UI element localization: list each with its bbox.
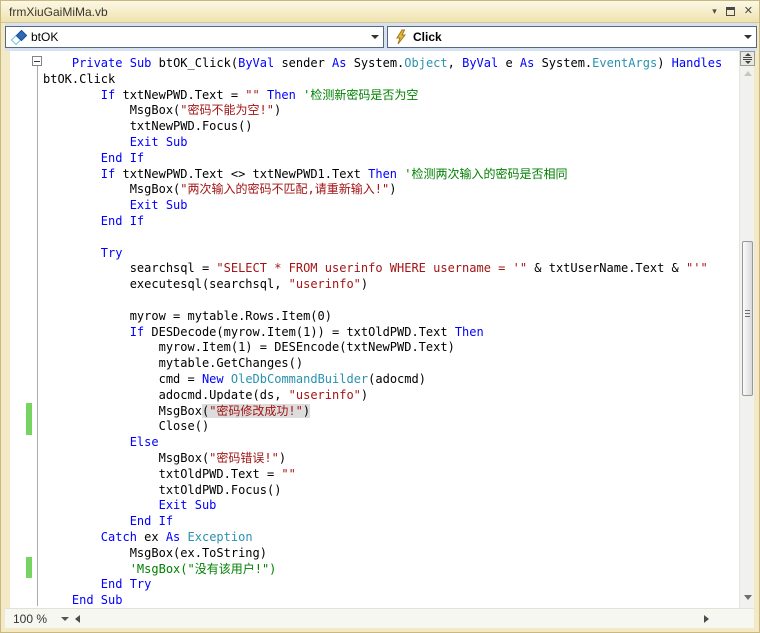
code-line: End If xyxy=(100,213,145,228)
code-line: myrow.Item(1) = DESEncode(txtNewPWD.Text… xyxy=(43,340,455,355)
outline-collapse-button[interactable] xyxy=(32,56,42,66)
code-line: txtNewPWD.Focus() xyxy=(43,119,253,134)
code-line: End Sub xyxy=(71,593,123,608)
vertical-scrollbar[interactable] xyxy=(739,51,755,608)
zoom-level-value: 100 % xyxy=(13,612,48,626)
split-down-icon xyxy=(744,61,751,64)
navigation-bar: btOK Click xyxy=(5,23,757,51)
change-tracking-bar xyxy=(26,403,32,435)
code-line: MsgBox("密码错误!") xyxy=(43,450,287,465)
code-line: myrow = mytable.Rows.Item(0) xyxy=(43,308,332,323)
split-up-icon xyxy=(744,53,751,56)
editor-bottom-bar: 100 % xyxy=(5,608,754,628)
code-line: Private Sub btOK_Click(ByVal sender As S… xyxy=(71,56,723,70)
code-line: MsgBox(ex.ToString) xyxy=(43,545,267,560)
code-line: If DESDecode(myrow.Item(1)) = txtOldPWD.… xyxy=(129,324,484,339)
window-position-menu-icon[interactable]: ▾ xyxy=(712,7,717,16)
code-line: If txtNewPWD.Text <> txtNewPWD1.Text The… xyxy=(100,166,568,181)
title-bar: frmXiuGaiMiMa.vb ▾ ✕ xyxy=(1,1,759,23)
event-dropdown[interactable]: Click xyxy=(387,26,757,48)
triangle-down-icon xyxy=(743,595,752,600)
maximize-icon[interactable] xyxy=(725,7,735,16)
window-title: frmXiuGaiMiMa.vb xyxy=(9,4,108,19)
code-lines: Private Sub btOK_Click(ByVal sender As S… xyxy=(43,56,722,608)
code-line: Try xyxy=(100,245,123,260)
code-line: Exit Sub xyxy=(129,134,188,149)
code-line: txtOldPWD.Text = "" xyxy=(43,466,296,481)
code-line: MsgBox("密码修改成功!") xyxy=(43,403,311,418)
code-line: End Try xyxy=(100,577,152,592)
scroll-right-button[interactable] xyxy=(704,615,709,623)
scroll-down-button[interactable] xyxy=(740,595,755,600)
zoom-level-dropdown[interactable]: 100 % xyxy=(9,609,70,629)
code-line: mytable.GetChanges() xyxy=(43,356,304,371)
splitter-handle[interactable] xyxy=(740,51,755,66)
chevron-down-icon xyxy=(740,35,756,39)
code-line: btOK.Click xyxy=(43,71,116,86)
vertical-scrollbar-thumb[interactable] xyxy=(742,241,753,396)
code-line: Else xyxy=(129,435,159,450)
scroll-left-button[interactable] xyxy=(75,615,80,623)
code-line: cmd = New OleDbCommandBuilder(adocmd) xyxy=(43,371,426,386)
triangle-up-icon xyxy=(743,71,752,76)
code-line: Exit Sub xyxy=(129,198,188,213)
object-dropdown[interactable]: btOK xyxy=(5,26,384,48)
code-line: MsgBox("两次输入的密码不匹配,请重新输入!") xyxy=(43,182,397,197)
event-lightning-icon xyxy=(393,29,409,45)
code-line: End If xyxy=(100,150,145,165)
code-line: Exit Sub xyxy=(158,498,217,513)
event-dropdown-value: Click xyxy=(413,30,442,44)
chevron-down-icon xyxy=(61,617,70,621)
vb-member-icon xyxy=(11,29,27,45)
code-line: executesql(searchsql, "userinfo") xyxy=(43,277,369,292)
thumb-grip-icon xyxy=(745,310,750,318)
code-line: Close() xyxy=(43,419,210,434)
window-controls: ▾ ✕ xyxy=(712,6,753,17)
change-tracking-bar xyxy=(26,557,32,578)
code-line: txtOldPWD.Focus() xyxy=(43,482,282,497)
chevron-down-icon xyxy=(367,35,383,39)
split-line-icon xyxy=(743,59,752,60)
code-line: End If xyxy=(129,514,174,529)
scroll-up-button[interactable] xyxy=(740,71,755,76)
code-line: If txtNewPWD.Text = "" Then '检测新密码是否为空 xyxy=(100,87,419,102)
code-line: 'MsgBox("没有该用户!") xyxy=(129,561,277,576)
split-line-icon xyxy=(743,57,752,58)
document-window: frmXiuGaiMiMa.vb ▾ ✕ btOK Click Private … xyxy=(0,0,760,633)
code-line: MsgBox("密码不能为空!") xyxy=(43,103,282,118)
object-dropdown-value: btOK xyxy=(31,30,59,44)
minus-icon xyxy=(34,60,40,62)
close-icon[interactable]: ✕ xyxy=(744,6,753,17)
code-line: searchsql = "SELECT * FROM userinfo WHER… xyxy=(43,261,708,276)
code-line: Catch ex As Exception xyxy=(100,529,253,544)
code-editor[interactable]: Private Sub btOK_Click(ByVal sender As S… xyxy=(10,51,739,608)
code-line: adocmd.Update(ds, "userinfo") xyxy=(43,387,369,402)
outline-guide-line xyxy=(37,66,38,606)
